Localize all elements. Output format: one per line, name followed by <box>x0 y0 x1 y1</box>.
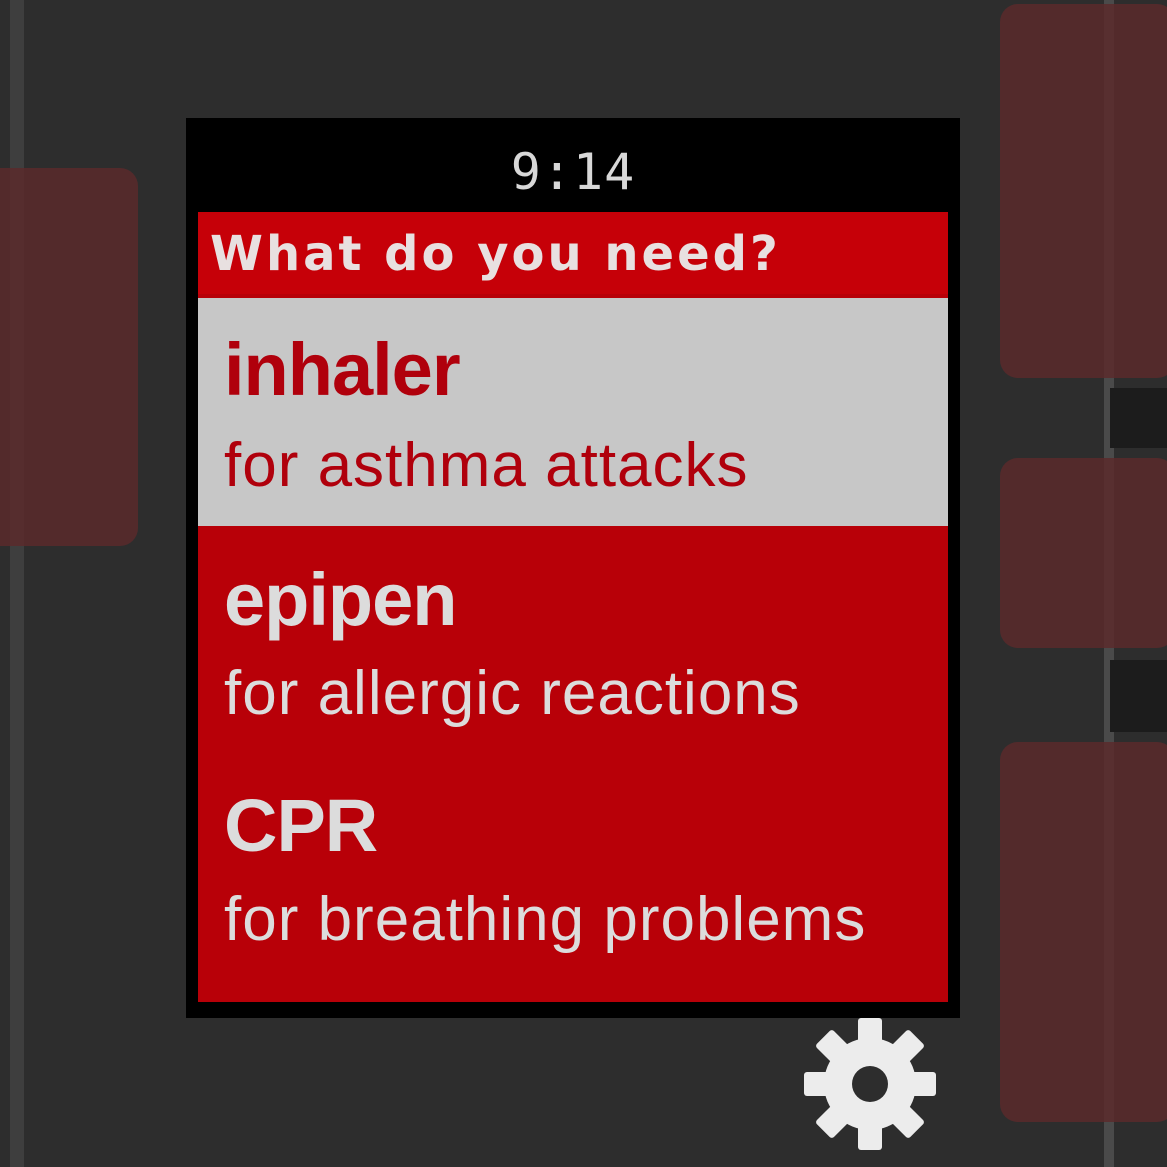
menu-item-description: for asthma attacks <box>224 431 749 500</box>
menu-item-inhaler[interactable]: inhaler for asthma attacks <box>198 298 948 526</box>
menu-item-description: for breathing problems <box>224 885 867 954</box>
watch-screen: 9:14 What do you need? inhaler for asthm… <box>186 118 960 1018</box>
status-bar: 9:14 <box>186 118 960 212</box>
clock: 9:14 <box>510 143 636 201</box>
background-block-right-top <box>1000 4 1167 378</box>
menu-item-description: for allergic reactions <box>224 659 801 728</box>
settings-button[interactable] <box>800 1014 940 1154</box>
menu-title: What do you need? <box>210 226 781 282</box>
background-block-left <box>0 168 138 546</box>
menu-item-cpr[interactable]: CPR for breathing problems <box>198 758 948 998</box>
menu-list: What do you need? inhaler for asthma att… <box>198 212 948 1002</box>
background-block-right-bottom <box>1000 742 1167 1122</box>
background-block-right-middle <box>1000 458 1167 648</box>
menu-header: What do you need? <box>198 212 948 294</box>
menu-item-name: epipen <box>224 558 457 641</box>
menu-item-name: CPR <box>224 784 378 867</box>
menu-item-name: inhaler <box>224 328 461 411</box>
gear-icon <box>804 1018 936 1150</box>
background-bar-right <box>1110 388 1167 448</box>
menu-item-epipen[interactable]: epipen for allergic reactions <box>198 528 948 758</box>
background-bar-right <box>1110 660 1167 732</box>
